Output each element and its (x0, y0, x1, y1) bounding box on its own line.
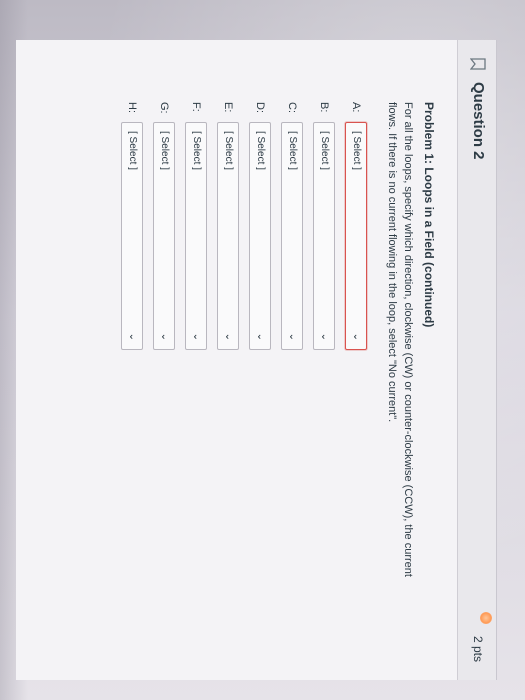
select-value: [ Select ] (191, 131, 202, 170)
answer-select[interactable]: [ Select ] ⌄ (121, 122, 143, 350)
answer-select[interactable]: [ Select ] ⌄ (249, 122, 271, 350)
answer-row: G: [ Select ] ⌄ (148, 102, 180, 662)
answer-select[interactable]: [ Select ] ⌄ (217, 122, 239, 350)
answer-select[interactable]: [ Select ] ⌄ (185, 122, 207, 350)
answer-row: C: [ Select ] ⌄ (276, 102, 308, 662)
select-value: [ Select ] (223, 131, 234, 170)
answer-row-label: G: (158, 102, 170, 114)
select-value: [ Select ] (127, 131, 138, 170)
chevron-down-icon: ⌄ (255, 332, 266, 341)
answer-row: E: [ Select ] ⌄ (212, 102, 244, 662)
flag-icon[interactable] (470, 58, 486, 70)
answer-select[interactable]: [ Select ] ⌄ (313, 122, 335, 350)
chevron-down-icon: ⌄ (287, 332, 298, 341)
chevron-down-icon: ⌄ (319, 332, 330, 341)
answer-select[interactable]: [ Select ] ⌄ (281, 122, 303, 350)
answer-row: H: [ Select ] ⌄ (116, 102, 148, 662)
answer-row-label: C: (286, 102, 298, 113)
select-value: [ Select ] (255, 131, 266, 170)
light-reflection (480, 612, 492, 624)
question-body: Problem 1: Loops in a Field (continued) … (116, 102, 436, 662)
select-value: [ Select ] (287, 131, 298, 170)
answer-row: D: [ Select ] ⌄ (244, 102, 276, 662)
answer-row-label: A: (350, 102, 362, 113)
answer-row-label: H: (126, 102, 138, 113)
select-value: [ Select ] (159, 131, 170, 170)
answer-row: F: [ Select ] ⌄ (180, 102, 212, 662)
answer-row: A: [ Select ] ⌄ (340, 102, 372, 662)
answer-select[interactable]: [ Select ] ⌄ (345, 122, 367, 350)
chevron-down-icon: ⌄ (223, 332, 234, 341)
problem-title: Problem 1: Loops in a Field (continued) (422, 102, 436, 328)
answer-select[interactable]: [ Select ] ⌄ (153, 122, 175, 350)
chevron-down-icon: ⌄ (191, 332, 202, 341)
answer-row-label: F: (190, 102, 202, 112)
select-value: [ Select ] (351, 131, 362, 170)
question-title: Question 2 (470, 82, 487, 160)
answer-row-label: E: (222, 102, 234, 113)
answer-row-label: D: (254, 102, 266, 113)
rotated-screen: Question 2 2 pts Problem 1: Loops in a F… (0, 0, 525, 700)
question-card: Question 2 2 pts Problem 1: Loops in a F… (16, 40, 497, 680)
chevron-down-icon: ⌄ (351, 332, 362, 341)
problem-instructions: For all the loops, specify which directi… (386, 102, 414, 577)
select-value: [ Select ] (319, 131, 330, 170)
chevron-down-icon: ⌄ (159, 332, 170, 341)
question-header: Question 2 2 pts (457, 40, 496, 680)
answer-row-label: B: (318, 102, 330, 113)
chevron-down-icon: ⌄ (127, 332, 138, 341)
answer-rows: A:[ Select ] ⌄ B:[ Select ] ⌄ C:[ Select ] ⌄ D… (116, 102, 372, 662)
question-points: 2 pts (471, 635, 485, 662)
answer-row: B: [ Select ] ⌄ (308, 102, 340, 662)
